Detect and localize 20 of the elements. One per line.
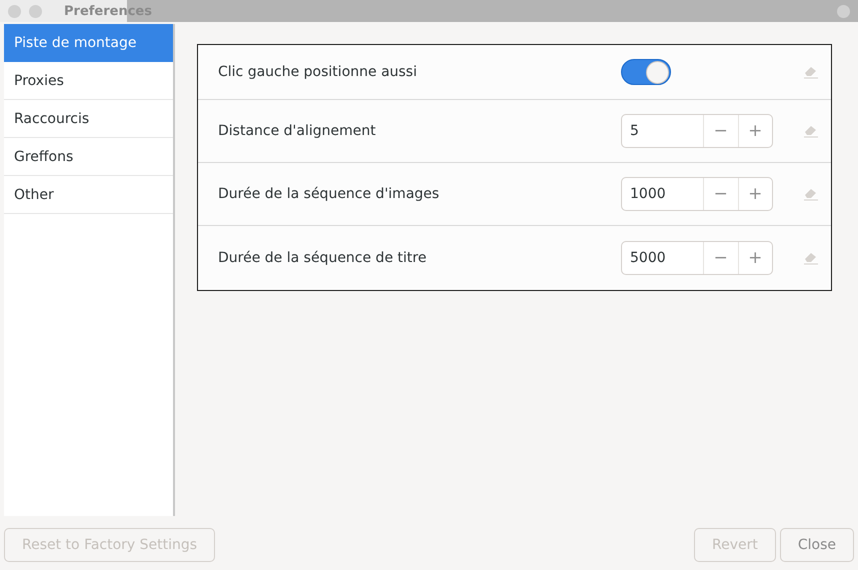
number-input[interactable]: 1000 — [622, 178, 703, 210]
toggle-switch[interactable] — [621, 59, 671, 85]
window-button[interactable] — [837, 4, 850, 18]
eraser-icon[interactable] — [803, 124, 819, 138]
number-input[interactable]: 5000 — [622, 242, 703, 274]
eraser-icon[interactable] — [803, 65, 819, 79]
window-button[interactable] — [29, 4, 42, 18]
spin-field[interactable]: 5 − + — [621, 114, 773, 148]
eraser-icon[interactable] — [803, 187, 819, 201]
spin-field[interactable]: 1000 − + — [621, 177, 773, 211]
number-input[interactable]: 5 — [622, 115, 703, 147]
spin-field[interactable]: 5000 − + — [621, 241, 773, 275]
setting-label: Distance d'alignement — [218, 123, 377, 139]
setting-label: Durée de la séquence de titre — [218, 250, 428, 266]
setting-label: Durée de la séquence d'images — [218, 186, 440, 202]
sidebar-item[interactable]: Piste de montage — [4, 24, 173, 62]
setting-label: Clic gauche positionne aussi — [218, 64, 418, 80]
window-title: Preferences — [64, 4, 153, 18]
eraser-icon[interactable] — [803, 251, 819, 265]
window-button[interactable] — [8, 4, 21, 18]
